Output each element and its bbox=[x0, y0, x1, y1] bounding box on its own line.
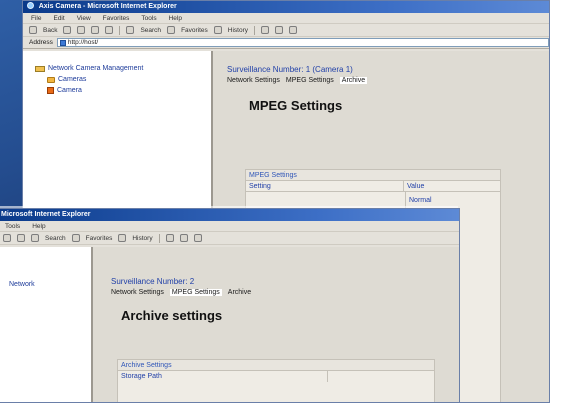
menu-favorites[interactable]: Favorites bbox=[103, 13, 130, 23]
camera-icon bbox=[47, 87, 54, 94]
page-body: Network Surveillance Number: 2 Network S… bbox=[0, 247, 459, 402]
tree-root-label: Network Camera Management bbox=[48, 65, 144, 72]
history-button[interactable]: History bbox=[228, 27, 248, 34]
toolbar: Search Favorites History bbox=[0, 232, 459, 245]
menu-help[interactable]: Help bbox=[169, 13, 182, 23]
address-input[interactable]: http://host/ bbox=[56, 38, 549, 47]
window-title: Axis Camera - Microsoft Internet Explore… bbox=[38, 3, 177, 10]
search-icon[interactable] bbox=[126, 26, 135, 34]
history-icon[interactable] bbox=[213, 26, 222, 34]
tab-network-settings[interactable]: Network Settings bbox=[111, 289, 164, 296]
tab-network-settings[interactable]: Network Settings bbox=[227, 77, 280, 84]
window-title: Microsoft Internet Explorer bbox=[1, 211, 91, 218]
ie-icon bbox=[27, 2, 34, 9]
column-value: Value bbox=[407, 183, 425, 190]
titlebar[interactable]: Microsoft Internet Explorer bbox=[0, 209, 459, 221]
search-button[interactable]: Search bbox=[45, 235, 66, 242]
panel-columns: Setting Value bbox=[246, 181, 500, 192]
menu-help[interactable]: Help bbox=[32, 221, 45, 231]
panel-columns: Storage Path bbox=[118, 371, 434, 382]
refresh-icon[interactable] bbox=[91, 26, 100, 34]
folder-icon bbox=[47, 76, 55, 83]
favorites-button[interactable]: Favorites bbox=[181, 27, 208, 34]
address-value: http://host/ bbox=[67, 39, 99, 46]
tree-child1-label: Cameras bbox=[58, 76, 87, 83]
history-icon[interactable] bbox=[118, 234, 127, 242]
menu-tools[interactable]: Tools bbox=[5, 221, 20, 231]
favorites-icon[interactable] bbox=[71, 234, 80, 242]
print-icon[interactable] bbox=[275, 26, 284, 34]
tab-archive[interactable]: Archive bbox=[228, 289, 251, 296]
tree-child2-label: Camera bbox=[57, 87, 82, 94]
sub-navigation: Network Settings MPEG Settings Archive bbox=[111, 289, 459, 296]
print-icon[interactable] bbox=[179, 234, 188, 242]
tab-mpeg-settings[interactable]: MPEG Settings bbox=[169, 289, 222, 296]
settings-panel: Archive Settings Storage Path bbox=[117, 359, 435, 402]
network-icon bbox=[35, 65, 45, 72]
menu-view[interactable]: View bbox=[77, 13, 91, 23]
history-button[interactable]: History bbox=[132, 235, 152, 242]
page-title: Archive settings bbox=[121, 308, 223, 323]
home-icon[interactable] bbox=[17, 234, 25, 242]
tree-item-cameras[interactable]: Cameras bbox=[35, 74, 211, 85]
back-icon[interactable] bbox=[29, 26, 37, 34]
page-icon bbox=[59, 39, 66, 46]
toolbar: Back Search Favorites History bbox=[23, 24, 549, 37]
tab-archive[interactable]: Archive bbox=[339, 77, 368, 84]
menu-tools[interactable]: Tools bbox=[141, 13, 156, 23]
menu-edit[interactable]: Edit bbox=[53, 13, 64, 23]
titlebar[interactable]: Axis Camera - Microsoft Internet Explore… bbox=[23, 1, 549, 13]
back-button[interactable]: Back bbox=[43, 27, 57, 34]
sub-navigation: Network Settings MPEG Settings Archive bbox=[227, 77, 549, 84]
tree-item-root[interactable]: Network bbox=[9, 279, 91, 290]
address-bar: Address http://host/ bbox=[23, 37, 549, 49]
address-label: Address bbox=[29, 39, 53, 46]
camera-title: Surveillance Number: 1 (Camera 1) bbox=[227, 65, 353, 74]
value-item[interactable]: Normal bbox=[409, 195, 497, 207]
mail-icon[interactable] bbox=[261, 26, 270, 34]
search-icon[interactable] bbox=[31, 234, 39, 242]
panel-header: Archive Settings bbox=[118, 360, 434, 371]
menu-bar: File Edit View Favorites Tools Help bbox=[23, 13, 549, 24]
home-icon[interactable] bbox=[105, 26, 114, 34]
tab-mpeg-settings[interactable]: MPEG Settings bbox=[286, 77, 334, 84]
tree-item-camera[interactable]: Camera bbox=[35, 85, 211, 96]
search-button[interactable]: Search bbox=[140, 27, 161, 34]
refresh-icon[interactable] bbox=[3, 234, 11, 242]
edit-icon[interactable] bbox=[289, 26, 298, 34]
tree-item-root[interactable]: Network Camera Management bbox=[35, 63, 211, 74]
menu-file[interactable]: File bbox=[31, 13, 41, 23]
forward-icon[interactable] bbox=[63, 26, 72, 34]
browser-window-front: Microsoft Internet Explorer Tools Help S… bbox=[0, 208, 460, 403]
camera-title: Surveillance Number: 2 bbox=[111, 277, 195, 286]
tree-pane: Network bbox=[0, 247, 93, 402]
panel-header: MPEG Settings bbox=[246, 170, 500, 181]
content-pane: Surveillance Number: 2 Network Settings … bbox=[93, 247, 459, 402]
menu-bar: Tools Help bbox=[0, 221, 459, 232]
mail-icon[interactable] bbox=[165, 234, 174, 242]
column-setting: Setting bbox=[246, 181, 404, 191]
tree-root-label: Network bbox=[9, 281, 35, 288]
favorites-button[interactable]: Favorites bbox=[86, 235, 113, 242]
column-storage-path: Storage Path bbox=[118, 371, 328, 382]
page-title: MPEG Settings bbox=[249, 98, 343, 113]
stop-icon[interactable] bbox=[77, 26, 86, 34]
favorites-icon[interactable] bbox=[167, 26, 176, 34]
edit-icon[interactable] bbox=[193, 234, 202, 242]
